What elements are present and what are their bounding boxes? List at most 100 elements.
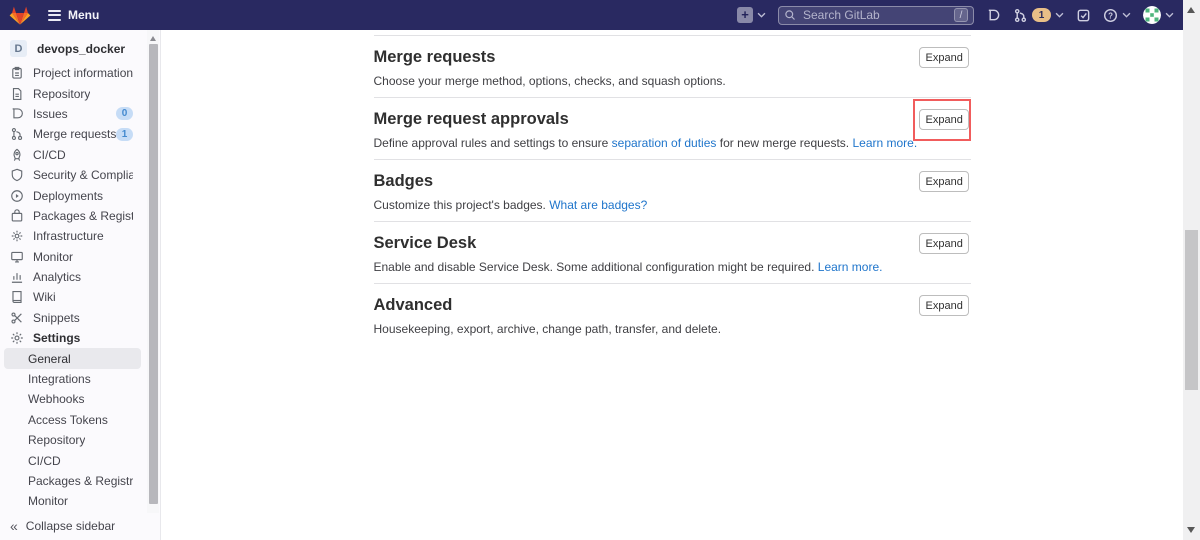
sidebar-item-infrastructure[interactable]: Infrastructure xyxy=(4,226,141,246)
gitlab-logo-icon[interactable] xyxy=(9,5,31,26)
plus-icon: + xyxy=(737,7,753,23)
project-information-icon xyxy=(10,66,25,80)
sidebar-item-settings-repository[interactable]: Repository xyxy=(4,430,141,450)
sidebar-item-wiki[interactable]: Wiki xyxy=(4,287,141,307)
packages-icon xyxy=(10,209,25,223)
sidebar-item-settings-general[interactable]: General xyxy=(4,348,141,369)
description-text: Customize this project's badges. xyxy=(373,198,550,212)
new-menu-button[interactable]: + xyxy=(737,7,766,23)
scroll-up-arrow-icon[interactable] xyxy=(1187,7,1195,13)
merge-request-count-badge: 1 xyxy=(1032,8,1051,22)
chevron-down-icon xyxy=(1122,12,1131,18)
link-separation-of-duties[interactable]: separation of duties xyxy=(612,136,717,150)
sidebar-item-label: Settings xyxy=(33,331,81,346)
sidebar-item-label: Access Tokens xyxy=(28,412,108,427)
merge-requests-nav-button[interactable]: 1 xyxy=(1013,8,1064,23)
merge-requests-icon xyxy=(10,127,25,141)
sidebar-item-label: Packages & Registries xyxy=(28,474,133,488)
project-name: devops_docker xyxy=(37,41,126,56)
search-icon xyxy=(785,10,795,20)
sidebar-item-settings-ci-cd[interactable]: CI/CD xyxy=(4,450,141,470)
sidebar-item-label: Wiki xyxy=(33,290,56,305)
svg-text:?: ? xyxy=(1108,11,1113,20)
description-text: Enable and disable Service Desk. Some ad… xyxy=(373,260,818,274)
sidebar-item-monitor[interactable]: Monitor xyxy=(4,247,141,267)
expand-button-service-desk[interactable]: Expand xyxy=(918,233,969,254)
infrastructure-icon xyxy=(10,229,25,243)
sidebar-scrollbar-thumb[interactable] xyxy=(148,44,158,504)
merge-request-icon xyxy=(1014,8,1027,22)
sidebar-item-label: CI/CD xyxy=(28,453,61,468)
menu-label: Menu xyxy=(68,8,100,22)
expand-button-advanced[interactable]: Expand xyxy=(918,295,969,316)
todo-check-icon xyxy=(1077,9,1090,21)
keyboard-shortcut-badge: / xyxy=(954,8,968,22)
sidebar-item-label: Packages & Registries xyxy=(33,208,133,223)
sidebar-item-settings-monitor[interactable]: Monitor xyxy=(4,491,141,511)
settings-section-merge-requests: Merge requests Choose your merge method, … xyxy=(373,35,971,97)
collapse-sidebar-button[interactable]: « Collapse sidebar xyxy=(0,512,160,540)
sidebar-item-label: Security & Compliance xyxy=(33,168,133,183)
sidebar-item-snippets[interactable]: Snippets xyxy=(4,308,141,328)
link-what-are-badges[interactable]: What are badges? xyxy=(549,198,647,212)
count-badge: 0 xyxy=(116,107,133,121)
gitlab-app-window: Menu + / 1 xyxy=(0,0,1200,540)
settings-main: Merge requests Choose your merge method, … xyxy=(161,30,1183,540)
sidebar-item-label: Project information xyxy=(33,66,133,81)
expand-button-merge-requests[interactable]: Expand xyxy=(918,47,969,68)
global-search[interactable]: / xyxy=(778,5,974,25)
ci-cd-icon xyxy=(10,148,25,162)
sidebar-item-label: Snippets xyxy=(33,310,80,325)
sidebar-item-settings-packages-registries[interactable]: Packages & Registries xyxy=(4,471,141,491)
section-title: Merge request approvals xyxy=(373,110,569,128)
section-title: Service Desk xyxy=(373,234,477,252)
sidebar-item-label: Repository xyxy=(33,86,91,101)
section-description: Define approval rules and settings to en… xyxy=(374,136,971,150)
sidebar-item-packages-registries[interactable]: Packages & Registries xyxy=(4,206,141,226)
menu-button[interactable]: Menu xyxy=(48,8,99,22)
security-icon xyxy=(10,168,25,182)
description-text: Choose your merge method, options, check… xyxy=(373,74,726,88)
link-learn-more[interactable]: Learn more. xyxy=(818,260,883,274)
sidebar-item-analytics[interactable]: Analytics xyxy=(4,267,141,287)
sidebar-item-label: Repository xyxy=(28,433,86,448)
user-menu-button[interactable] xyxy=(1143,6,1174,24)
chevron-down-icon xyxy=(1055,12,1064,18)
sidebar-item-settings-access-tokens[interactable]: Access Tokens xyxy=(4,410,141,430)
sidebar-item-label: Integrations xyxy=(28,372,91,387)
link-learn-more[interactable]: Learn more. xyxy=(852,136,917,150)
sidebar-item-label: Merge requests xyxy=(33,127,116,142)
scroll-up-arrow-icon[interactable] xyxy=(149,36,156,41)
sidebar-item-label: General xyxy=(28,351,71,366)
sidebar-item-settings-integrations[interactable]: Integrations xyxy=(4,369,141,389)
sidebar-scrollbar[interactable] xyxy=(147,30,159,513)
section-description: Housekeeping, export, archive, change pa… xyxy=(374,322,971,336)
sidebar-item-settings-webhooks[interactable]: Webhooks xyxy=(4,389,141,409)
sidebar-item-ci-cd[interactable]: CI/CD xyxy=(4,145,141,165)
sidebar-item-repository[interactable]: Repository xyxy=(4,83,141,103)
sidebar-item-label: Infrastructure xyxy=(33,229,104,244)
sidebar-item-security-compliance[interactable]: Security & Compliance xyxy=(4,165,141,185)
help-icon: ? xyxy=(1103,8,1118,22)
sidebar-item-label: Deployments xyxy=(33,188,104,203)
expand-button-badges[interactable]: Expand xyxy=(918,171,969,192)
repository-icon xyxy=(10,87,25,101)
sidebar-item-project-information[interactable]: Project information xyxy=(4,63,141,83)
issues-nav-button[interactable] xyxy=(986,8,1001,23)
description-text: Housekeeping, export, archive, change pa… xyxy=(373,322,722,336)
todos-nav-button[interactable] xyxy=(1076,8,1091,23)
section-description: Enable and disable Service Desk. Some ad… xyxy=(374,260,971,274)
expand-button-merge-request-approvals[interactable]: Expand xyxy=(918,109,969,130)
sidebar-item-deployments[interactable]: Deployments xyxy=(4,185,141,205)
settings-section-advanced: Advanced Housekeeping, export, archive, c… xyxy=(373,283,971,345)
sidebar-item-merge-requests[interactable]: Merge requests 1 xyxy=(4,124,141,144)
sidebar-item-issues[interactable]: Issues 0 xyxy=(4,104,141,124)
scroll-down-arrow-icon[interactable] xyxy=(1187,527,1195,533)
sidebar-item-settings[interactable]: Settings xyxy=(4,328,141,348)
page-scrollbar-thumb[interactable] xyxy=(1185,230,1198,390)
help-menu-button[interactable]: ? xyxy=(1103,8,1131,23)
page-scrollbar[interactable] xyxy=(1183,0,1200,540)
sidebar-project-header[interactable]: Ddevops_docker xyxy=(4,36,141,61)
chevron-down-icon xyxy=(1165,12,1174,18)
search-input[interactable] xyxy=(801,7,949,23)
